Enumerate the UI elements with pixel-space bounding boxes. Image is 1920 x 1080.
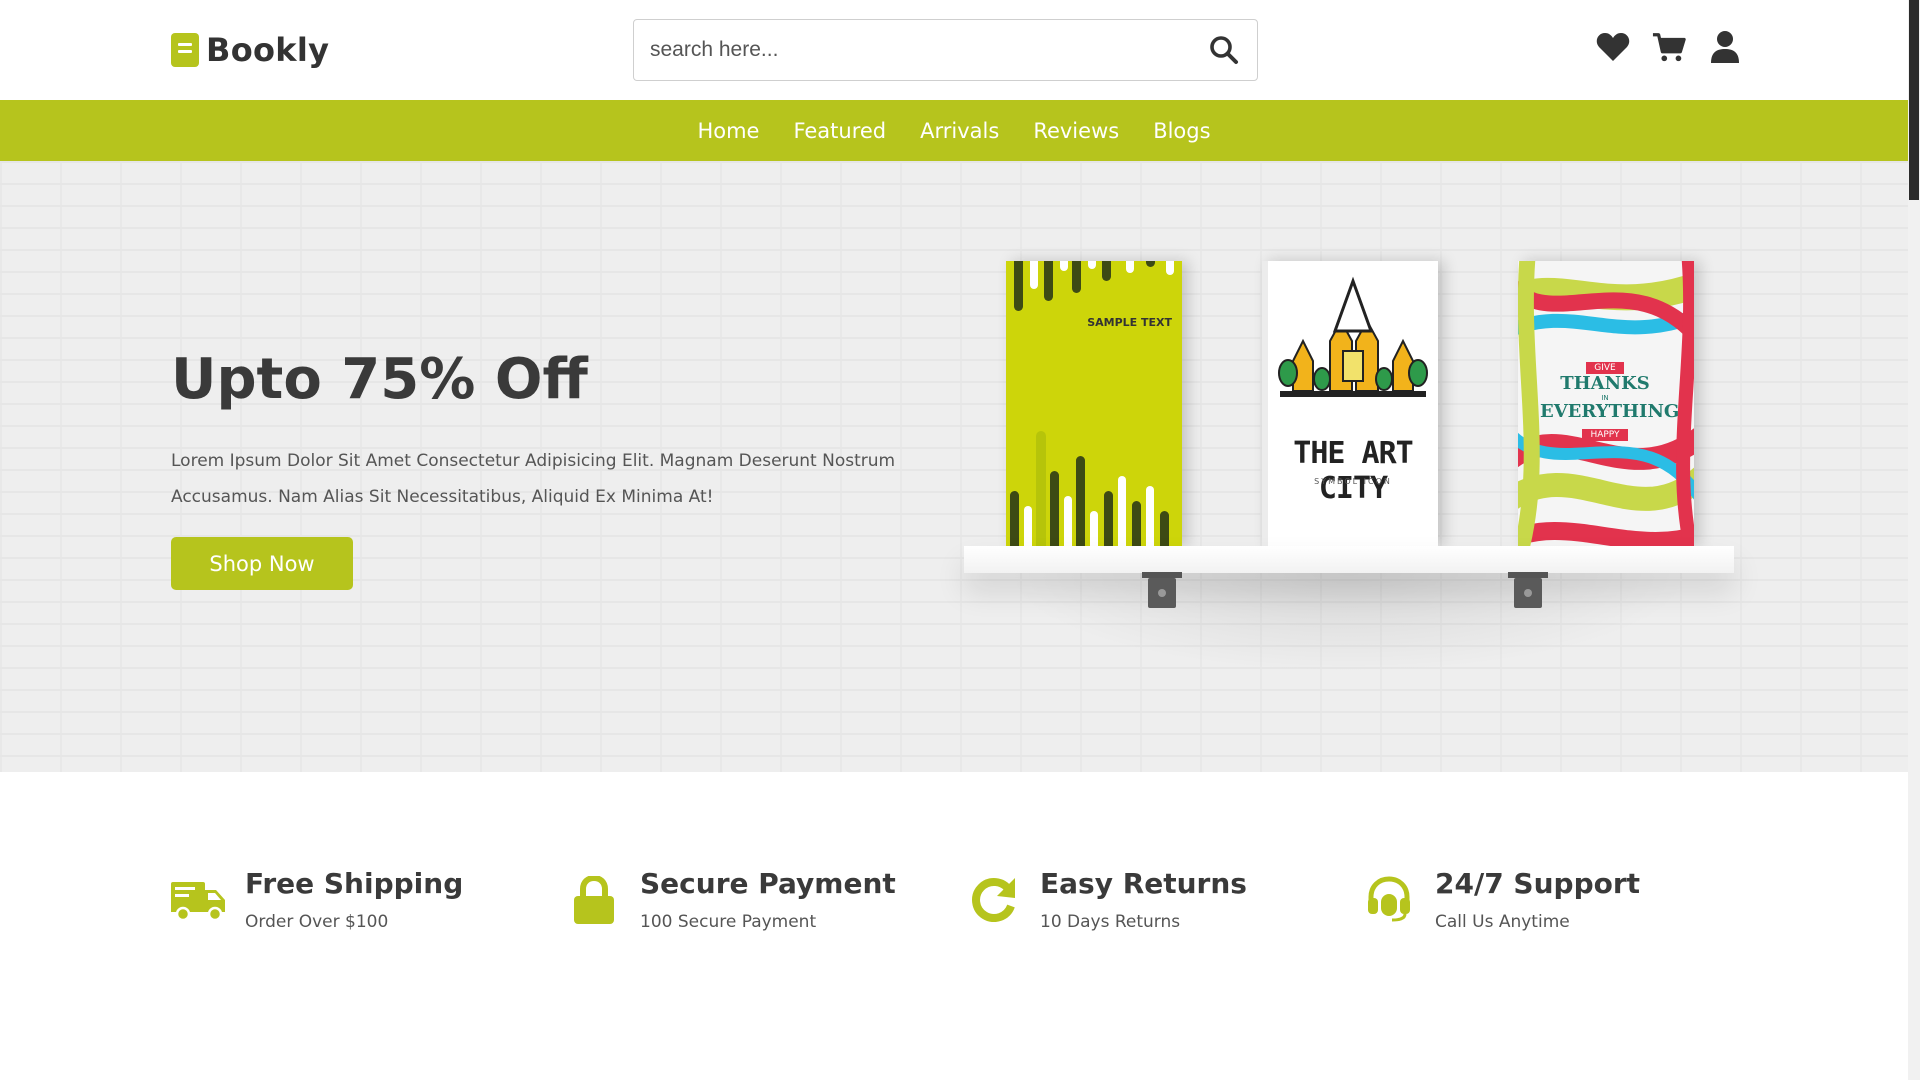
feature-free-shipping: Free Shipping Order Over $100 [171, 866, 463, 932]
feature-secure-payment: Secure Payment 100 Secure Payment [566, 866, 896, 932]
lock-icon [566, 876, 622, 932]
brand-name: Bookly [206, 31, 330, 69]
book-cover-art-city[interactable]: THE ART CITY SYMBOL ICON [1262, 261, 1438, 546]
header: Bookly [0, 0, 1908, 100]
logo[interactable]: Bookly [171, 31, 329, 69]
cart-icon[interactable] [1652, 30, 1686, 64]
header-icons [1596, 30, 1742, 64]
feature-subtitle: Call Us Anytime [1435, 912, 1570, 932]
feature-title: Easy Returns [1040, 867, 1247, 900]
book-cover-line-happy: HAPPY [1582, 429, 1628, 441]
shelf-shadow [1004, 573, 1694, 673]
book-cover-title: THE ART CITY [1293, 436, 1413, 506]
search-input[interactable] [634, 20, 1191, 80]
features-row: Free Shipping Order Over $100 Secure Pay… [171, 866, 1731, 946]
feature-title: Secure Payment [640, 867, 896, 900]
hero-title: Upto 75% Off [171, 347, 588, 412]
nav-home[interactable]: Home [697, 119, 759, 143]
redo-icon [966, 876, 1022, 932]
feature-title: 24/7 Support [1435, 867, 1641, 900]
shelf-bracket [1508, 572, 1548, 608]
search-icon[interactable] [1191, 20, 1257, 80]
nav-reviews[interactable]: Reviews [1033, 119, 1119, 143]
shelf-bracket [1142, 572, 1182, 608]
page-scrollbar[interactable] [1908, 0, 1920, 1080]
nav-arrivals[interactable]: Arrivals [920, 119, 999, 143]
main-nav: Home Featured Arrivals Reviews Blogs [0, 100, 1908, 161]
bookshelf-illustration: SAMPLE TEXT THE ART CITY SYMBOL ICON GIV… [960, 161, 1740, 772]
hero-banner: Upto 75% Off Lorem Ipsum Dolor Sit Amet … [0, 161, 1908, 772]
shop-now-button[interactable]: Shop Now [171, 537, 353, 590]
feature-subtitle: 100 Secure Payment [640, 912, 817, 932]
book-cover-text: SAMPLE TEXT [1087, 316, 1172, 329]
book-cover-sample[interactable]: SAMPLE TEXT [1006, 261, 1182, 546]
headset-icon [1361, 876, 1417, 932]
shelf [964, 546, 1734, 573]
feature-support: 24/7 Support Call Us Anytime [1361, 866, 1640, 932]
user-icon[interactable] [1708, 30, 1742, 64]
book-cover-line-thanks: THANKS [1560, 373, 1650, 394]
book-cover-give-thanks[interactable]: GIVE THANKS IN EVERYTHING HAPPY [1518, 261, 1694, 546]
book-cover-subtitle: SYMBOL ICON [1314, 477, 1392, 486]
heart-icon[interactable] [1596, 30, 1630, 64]
hero-description: Lorem Ipsum Dolor Sit Amet Consectetur A… [171, 451, 896, 507]
truck-icon [171, 876, 227, 932]
book-cover-thanks-text: GIVE THANKS IN EVERYTHING HAPPY [1540, 355, 1680, 441]
feature-easy-returns: Easy Returns 10 Days Returns [966, 866, 1247, 932]
scrollbar-thumb[interactable] [1909, 0, 1919, 200]
feature-title: Free Shipping [245, 867, 464, 900]
nav-blogs[interactable]: Blogs [1153, 119, 1210, 143]
book-cover-line-everything: EVERYTHING [1540, 401, 1680, 422]
feature-subtitle: Order Over $100 [245, 912, 389, 932]
feature-subtitle: 10 Days Returns [1040, 912, 1181, 932]
search-form [633, 19, 1258, 81]
book-icon [171, 33, 199, 67]
nav-featured[interactable]: Featured [793, 119, 886, 143]
